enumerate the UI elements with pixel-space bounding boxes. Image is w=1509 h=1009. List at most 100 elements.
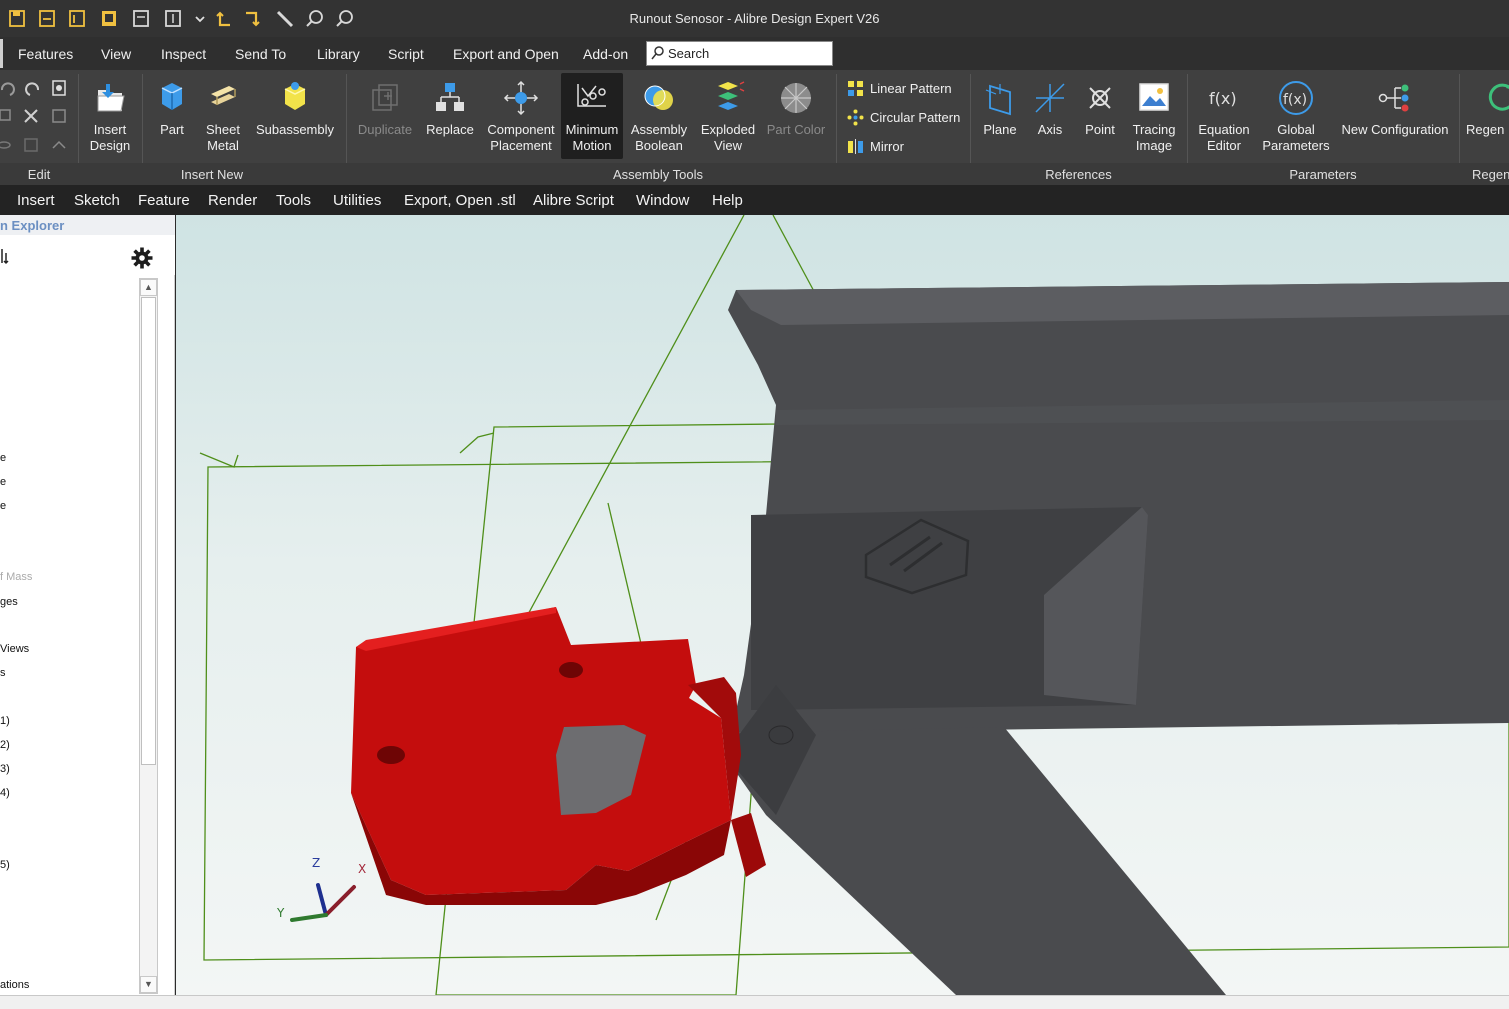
tree-item-part-2[interactable]: 2)	[0, 739, 10, 751]
tab-add-on[interactable]: Add-on	[583, 46, 628, 62]
group-assembly-tools: Assembly Tools	[612, 167, 704, 182]
new-configuration-button[interactable]: New Configuration	[1338, 76, 1452, 166]
mirror-label: Mirror	[870, 138, 904, 154]
triad-y-label: Y	[276, 906, 285, 920]
menu-utilities[interactable]: Utilities	[333, 192, 381, 209]
duplicate-label: Duplicate	[357, 122, 413, 137]
global-parameters-button[interactable]: f(x) Global Parameters	[1259, 76, 1333, 166]
plane-button[interactable]: Plane	[978, 76, 1022, 166]
tree-item-part-4[interactable]: 4)	[0, 787, 10, 799]
replace-label: Replace	[426, 122, 474, 137]
subassembly-button[interactable]: Subassembly	[252, 76, 338, 166]
new-configuration-icon	[1378, 84, 1409, 112]
edit-icon[interactable]	[52, 109, 66, 123]
subassembly-icon	[284, 82, 306, 110]
assembly-boolean-icon	[644, 85, 673, 110]
sort-icon[interactable]	[0, 247, 10, 265]
menu-help[interactable]: Help	[712, 192, 743, 209]
menu-alibre-script[interactable]: Alibre Script	[533, 192, 614, 209]
tracing-image-icon	[1139, 83, 1169, 111]
scroll-thumb[interactable]	[141, 297, 156, 765]
plane-handle-icon[interactable]	[459, 432, 495, 454]
menu-tools[interactable]: Tools	[276, 192, 311, 209]
tree-item[interactable]: e	[0, 476, 6, 488]
exploded-view-button[interactable]: Exploded View	[696, 76, 760, 166]
regen-label: Regen	[1466, 122, 1505, 137]
explorer-toolbar	[0, 235, 175, 275]
tab-send-to[interactable]: Send To	[235, 46, 286, 62]
redo-icon[interactable]	[25, 82, 40, 96]
regen-button[interactable]: Regen	[1466, 76, 1509, 166]
tab-features[interactable]: Features	[18, 46, 73, 62]
plane-handle-icon[interactable]	[199, 452, 239, 468]
assembly-boolean-button[interactable]: Assembly Boolean	[627, 76, 691, 166]
equation-editor-label: Equation Editor	[1198, 122, 1250, 153]
link-icon[interactable]	[52, 140, 66, 149]
properties-icon[interactable]	[52, 80, 66, 96]
housing-part[interactable]	[724, 282, 1509, 995]
global-parameters-icon: f(x)	[1279, 81, 1313, 115]
red-bracket-part[interactable]	[351, 607, 766, 905]
tracing-image-button[interactable]: Tracing Image	[1128, 76, 1180, 166]
menu-sketch[interactable]: Sketch	[74, 192, 120, 209]
menu-export-open-stl[interactable]: Export, Open .stl	[404, 192, 516, 209]
assembly-boolean-label: Assembly Boolean	[630, 122, 688, 153]
tree-item-configurations[interactable]: ations	[0, 979, 29, 991]
explorer-scrollbar[interactable]: ▲ ▼	[139, 278, 158, 994]
new-configuration-label: New Configuration	[1341, 122, 1449, 137]
design-explorer-panel: n Explorer e e e f Mass ges Views s 1) 2…	[0, 215, 175, 1009]
separator	[836, 74, 837, 164]
part-color-icon	[781, 83, 811, 113]
tree-item-part-1[interactable]: 1)	[0, 715, 10, 727]
tab-export-and-open[interactable]: Export and Open	[453, 46, 559, 62]
axis-button[interactable]: Axis	[1028, 76, 1072, 166]
minimum-motion-icon	[577, 84, 606, 107]
subassembly-label: Subassembly	[255, 122, 335, 137]
part-button[interactable]: Part	[150, 76, 194, 166]
delete-icon[interactable]	[24, 109, 38, 123]
point-button[interactable]: Point	[1078, 76, 1122, 166]
tree-item[interactable]: s	[0, 667, 6, 679]
tab-script[interactable]: Script	[388, 46, 424, 62]
menu-window[interactable]: Window	[636, 192, 689, 209]
coordinate-triad: Z X Y	[276, 856, 366, 922]
scroll-up-button[interactable]: ▲	[140, 279, 157, 296]
tree-item[interactable]: e	[0, 452, 6, 464]
menu-feature[interactable]: Feature	[138, 192, 190, 209]
equation-editor-button[interactable]: f(x) Equation Editor	[1194, 76, 1254, 166]
replace-button[interactable]: Replace	[421, 76, 479, 166]
component-placement-label: Component Placement	[487, 122, 555, 153]
gear-icon[interactable]	[130, 246, 154, 270]
circular-pattern-button[interactable]: Circular Pattern	[847, 106, 960, 128]
copy-icon[interactable]	[0, 109, 11, 121]
3d-viewport[interactable]: Z X Y	[176, 215, 1509, 995]
tab-library[interactable]: Library	[317, 46, 360, 62]
linear-pattern-button[interactable]: Linear Pattern	[847, 77, 952, 99]
menu-insert[interactable]: Insert	[17, 192, 55, 209]
mirror-button[interactable]: Mirror	[847, 135, 904, 157]
tree-item[interactable]: e	[0, 500, 6, 512]
app-window: Runout Senosor - Alibre Design Expert V2…	[0, 0, 1509, 1009]
component-placement-button[interactable]: Component Placement	[484, 76, 558, 166]
search-input[interactable]: Search	[646, 41, 833, 66]
tree-item-part-5[interactable]: 5)	[0, 859, 10, 871]
tree-item-images[interactable]: ges	[0, 596, 18, 608]
suppress-icon[interactable]	[24, 138, 38, 152]
duplicate-button[interactable]: Duplicate	[354, 76, 416, 166]
minimum-motion-button[interactable]: Minimum Motion	[561, 73, 623, 159]
scroll-down-button[interactable]: ▼	[140, 976, 157, 993]
insert-design-button[interactable]: Insert Design	[82, 76, 138, 166]
menu-render[interactable]: Render	[208, 192, 257, 209]
svg-text:f(x): f(x)	[1209, 89, 1237, 108]
tab-view[interactable]: View	[101, 46, 131, 62]
undo-icon[interactable]	[0, 82, 15, 96]
hide-icon[interactable]	[0, 141, 11, 149]
part-color-button[interactable]: Part Color	[764, 76, 828, 166]
sheet-metal-button[interactable]: Sheet Metal	[200, 76, 246, 166]
tab-inspect[interactable]: Inspect	[161, 46, 206, 62]
tree-item-views[interactable]: Views	[0, 643, 29, 655]
tree-item-center-of-mass[interactable]: f Mass	[0, 571, 32, 583]
tree-item-part-3[interactable]: 3)	[0, 763, 10, 775]
group-edit: Edit	[27, 167, 51, 182]
model-scene[interactable]: Z X Y	[176, 215, 1509, 995]
